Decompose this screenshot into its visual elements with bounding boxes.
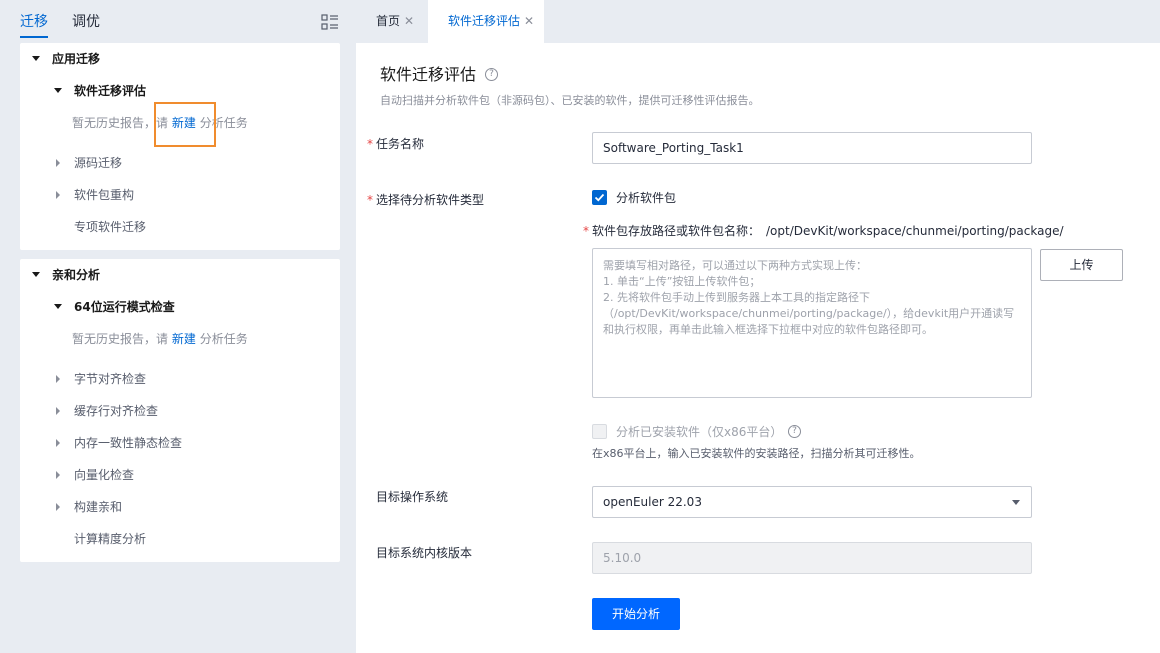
affinity-card: 亲和分析 64位运行模式检查 暂无历史报告，请 新建 分析任务 字节对齐检查 缓…: [20, 259, 340, 562]
help-icon[interactable]: ?: [485, 68, 498, 81]
installed-hint: 在x86平台上，输入已安装软件的安装路径，扫描分析其可迁移性。: [592, 447, 921, 460]
target-os-select[interactable]: openEuler 22.03: [592, 486, 1032, 518]
active-tab-indicator: [20, 36, 48, 38]
tree-node-64bit-check[interactable]: 64位运行模式检查: [20, 297, 340, 317]
placeholder-line: 1. 单击“上传”按钮上传软件包；: [603, 275, 761, 288]
package-path-label: * 软件包存放路径或软件包名称： /opt/DevKit/workspace/chu…: [583, 222, 1064, 240]
tree-node-label: 软件迁移评估: [74, 84, 147, 98]
caret-down-icon: [54, 88, 62, 93]
tree-node-label: 亲和分析: [52, 268, 101, 282]
package-path-textarea[interactable]: 需要填写相对路径，可以通过以下两种方式实现上传： 1. 单击“上传”按钮上传软件…: [592, 248, 1032, 398]
label-text: 软件包存放路径或软件包名称：: [592, 224, 761, 238]
caret-right-icon: [56, 439, 60, 447]
required-marker: *: [367, 193, 373, 207]
collapse-menu-icon[interactable]: [321, 14, 339, 30]
tree-item-build-affinity[interactable]: 构建亲和: [20, 497, 340, 517]
left-tabs: 迁移 调优: [0, 0, 356, 43]
caret-down-icon: [54, 304, 62, 309]
label-text: 选择待分析软件类型: [376, 193, 485, 207]
required-marker: *: [583, 224, 589, 238]
tree-item-label: 缓存行对齐检查: [74, 404, 159, 418]
tab-porting[interactable]: 迁移: [20, 12, 48, 32]
check-icon: [594, 193, 605, 202]
caret-right-icon: [56, 159, 60, 167]
help-icon[interactable]: ?: [788, 425, 801, 438]
page-description: 自动扫描并分析软件包（非源码包）、已安装的软件，提供可迁移性评估报告。: [380, 94, 760, 107]
upload-button[interactable]: 上传: [1040, 249, 1123, 281]
label-text: 任务名称: [376, 137, 425, 151]
placeholder-line: （/opt/DevKit/workspace/chunmei/porting/p…: [603, 307, 1015, 320]
kernel-version-value: 5.10.0: [603, 551, 642, 565]
tree-item-source-porting[interactable]: 源码迁移: [20, 153, 340, 173]
tree-item-cacheline-align[interactable]: 缓存行对齐检查: [20, 401, 340, 421]
analyze-installed-checkbox[interactable]: [592, 424, 607, 439]
main-content: 软件迁移评估 ? 自动扫描并分析软件包（非源码包）、已安装的软件，提供可迁移性评…: [356, 43, 1160, 653]
caret-right-icon: [56, 503, 60, 511]
new-task-link[interactable]: 新建: [172, 332, 196, 346]
kernel-version-label: 目标系统内核版本: [376, 546, 473, 560]
tree-item-label: 软件包重构: [74, 188, 135, 202]
kernel-version-input: 5.10.0: [592, 542, 1032, 574]
tree-item-label: 字节对齐检查: [74, 372, 147, 386]
top-tab-bar: 首页 ✕ 软件迁移评估 ✕: [356, 0, 1160, 43]
caret-right-icon: [56, 471, 60, 479]
empty-hint-suffix: 分析任务: [199, 332, 248, 346]
tree-item-memory-consistency[interactable]: 内存一致性静态检查: [20, 433, 340, 453]
tree-node-label: 应用迁移: [52, 52, 101, 66]
task-name-label: * 任务名称: [367, 135, 424, 153]
target-os-label: 目标操作系统: [376, 490, 449, 504]
close-icon[interactable]: ✕: [524, 14, 534, 28]
tab-tuning[interactable]: 调优: [72, 12, 100, 32]
start-analysis-button[interactable]: 开始分析: [592, 598, 680, 630]
tree-item-label: 计算精度分析: [74, 532, 147, 546]
tree-item-label: 源码迁移: [74, 156, 123, 170]
chevron-down-icon: [1012, 500, 1020, 505]
tab-home[interactable]: 首页 ✕: [376, 0, 414, 43]
tree-item-special-software[interactable]: 专项软件迁移: [20, 217, 340, 237]
caret-right-icon: [56, 191, 60, 199]
empty-hint-prefix: 暂无历史报告，请: [72, 332, 169, 346]
highlight-annotation-box: [154, 102, 216, 147]
page-title: 软件迁移评估: [380, 65, 477, 84]
tree-node-app-porting[interactable]: 应用迁移: [20, 49, 340, 69]
caret-down-icon: [32, 272, 40, 277]
placeholder-line: 2. 先将软件包手动上传到服务器上本工具的指定路径下: [603, 291, 870, 304]
tree-item-vectorization[interactable]: 向量化检查: [20, 465, 340, 485]
tab-label: 软件迁移评估: [448, 14, 521, 28]
required-marker: *: [367, 137, 373, 151]
tab-software-eval[interactable]: 软件迁移评估 ✕: [428, 0, 544, 43]
analyze-package-checkbox[interactable]: [592, 190, 607, 205]
selected-os-value: openEuler 22.03: [603, 495, 702, 509]
empty-history-hint: 暂无历史报告，请 新建 分析任务: [72, 329, 248, 349]
tree-item-label: 专项软件迁移: [74, 220, 147, 234]
tree-node-label: 64位运行模式检查: [74, 300, 175, 314]
left-panel: 迁移 调优 应用迁移 软件迁移评估 暂无历史报告，请 新建 分析任务 源码迁移 …: [0, 0, 356, 653]
placeholder-line: 和执行权限，再单击此输入框选择下拉框中对应的软件包路径即可。: [603, 323, 933, 336]
analyze-package-label[interactable]: 分析软件包: [616, 189, 676, 207]
close-icon[interactable]: ✕: [404, 14, 414, 28]
tree-item-precision-analysis[interactable]: 计算精度分析: [20, 529, 340, 549]
package-path-value: /opt/DevKit/workspace/chunmei/porting/pa…: [766, 224, 1064, 238]
task-name-input[interactable]: [592, 132, 1032, 164]
placeholder-line: 需要填写相对路径，可以通过以下两种方式实现上传：: [603, 259, 867, 272]
tree-node-software-eval[interactable]: 软件迁移评估: [20, 81, 340, 101]
caret-down-icon: [32, 56, 40, 61]
tree-item-label: 内存一致性静态检查: [74, 436, 183, 450]
caret-right-icon: [56, 407, 60, 415]
tree-item-label: 构建亲和: [74, 500, 123, 514]
analyze-installed-label: 分析已安装软件（仅x86平台）: [616, 425, 783, 439]
caret-right-icon: [56, 375, 60, 383]
tree-node-affinity[interactable]: 亲和分析: [20, 265, 340, 285]
tree-item-package-rebuild[interactable]: 软件包重构: [20, 185, 340, 205]
tree-item-byte-align[interactable]: 字节对齐检查: [20, 369, 340, 389]
software-type-label: * 选择待分析软件类型: [367, 191, 484, 209]
tab-label: 首页: [376, 14, 401, 28]
tree-item-label: 向量化检查: [74, 468, 135, 482]
